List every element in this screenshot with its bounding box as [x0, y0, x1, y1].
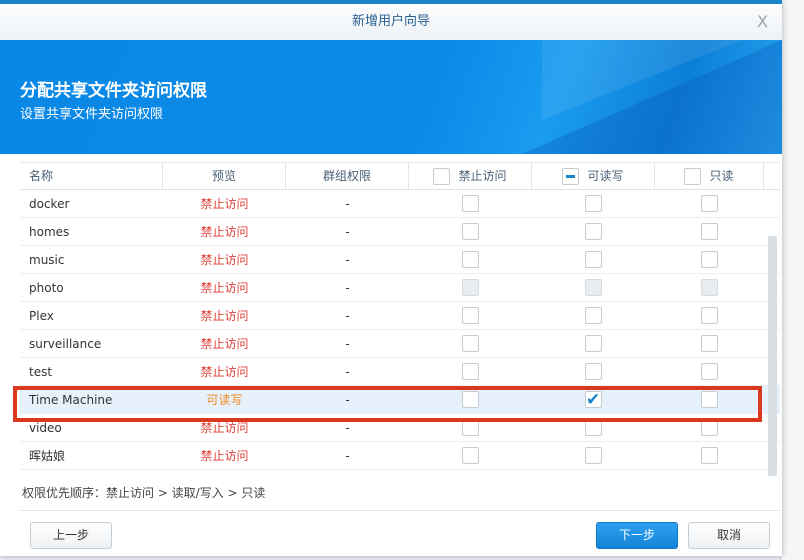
ro-checkbox[interactable] [701, 279, 718, 296]
rw-checkbox[interactable] [585, 195, 602, 212]
table-header: 名称 预览 群组权限 禁止访问 可读写 只读 [20, 162, 780, 190]
folder-name: 晖姑娘 [29, 449, 66, 463]
rw-checkbox[interactable] [585, 279, 602, 296]
folder-name: surveillance [29, 336, 102, 351]
group-permission: - [345, 308, 350, 323]
ro-checkbox[interactable] [701, 335, 718, 352]
ro-checkbox[interactable] [701, 251, 718, 268]
banner: 分配共享文件夹访问权限 设置共享文件夹访问权限 [0, 40, 782, 154]
preview-status: 禁止访问 [200, 281, 249, 295]
preview-status: 禁止访问 [200, 225, 249, 239]
highlight-annotation [13, 386, 762, 422]
rw-checkbox[interactable] [585, 335, 602, 352]
deny-checkbox[interactable] [462, 195, 479, 212]
header-rw-label: 可读写 [587, 169, 624, 183]
ro-all-checkbox[interactable] [684, 167, 702, 185]
preview-status: 禁止访问 [200, 449, 249, 463]
folder-name: photo [29, 280, 64, 295]
rw-all-checkbox[interactable] [562, 167, 580, 185]
permissions-table: 名称 预览 群组权限 禁止访问 可读写 只读 docker 禁止访问 - hom… [20, 162, 780, 474]
folder-name: docker [29, 196, 70, 211]
folder-name: music [29, 252, 65, 267]
preview-status: 禁止访问 [200, 309, 249, 323]
preview-status: 禁止访问 [200, 197, 249, 211]
group-permission: - [345, 224, 350, 239]
table-row[interactable]: photo 禁止访问 - [20, 274, 780, 302]
deny-checkbox[interactable] [462, 279, 479, 296]
preview-status: 禁止访问 [200, 253, 249, 267]
deny-checkbox[interactable] [462, 307, 479, 324]
cancel-button[interactable]: 取消 [688, 522, 770, 549]
deny-checkbox[interactable] [462, 223, 479, 240]
rw-checkbox[interactable] [585, 223, 602, 240]
next-button[interactable]: 下一步 [596, 522, 678, 549]
table-row[interactable]: Plex 禁止访问 - [20, 302, 780, 330]
ro-checkbox[interactable] [701, 223, 718, 240]
ro-checkbox[interactable] [701, 363, 718, 380]
deny-all-checkbox[interactable] [433, 167, 451, 185]
folder-name: test [29, 364, 53, 379]
rw-checkbox[interactable] [585, 447, 602, 464]
ro-checkbox[interactable] [701, 447, 718, 464]
priority-note: 权限优先顺序：禁止访问 > 读取/写入 > 只读 [22, 486, 266, 500]
deny-checkbox[interactable] [462, 251, 479, 268]
group-permission: - [345, 448, 350, 463]
rw-checkbox[interactable] [585, 251, 602, 268]
table-row[interactable]: music 禁止访问 - [20, 246, 780, 274]
header-ro: 只读 [655, 163, 764, 189]
deny-checkbox[interactable] [462, 363, 479, 380]
ro-checkbox[interactable] [701, 195, 718, 212]
folder-name: homes [29, 224, 70, 239]
scrollbar[interactable] [768, 236, 777, 476]
table-row[interactable]: docker 禁止访问 - [20, 190, 780, 218]
header-deny: 禁止访问 [409, 163, 532, 189]
ro-checkbox[interactable] [701, 307, 718, 324]
table-row[interactable]: 晖姑娘 禁止访问 - [20, 442, 780, 470]
group-permission: - [345, 336, 350, 351]
back-button[interactable]: 上一步 [30, 522, 112, 549]
group-permission: - [345, 364, 350, 379]
close-icon[interactable]: X [757, 4, 768, 40]
folder-name: Plex [29, 308, 54, 323]
table-row[interactable]: surveillance 禁止访问 - [20, 330, 780, 358]
group-permission: - [345, 196, 350, 211]
header-ro-label: 只读 [709, 169, 734, 183]
rw-checkbox[interactable] [585, 363, 602, 380]
header-name[interactable]: 名称 [20, 163, 163, 189]
divider [20, 510, 780, 511]
deny-checkbox[interactable] [462, 335, 479, 352]
table-row[interactable]: homes 禁止访问 - [20, 218, 780, 246]
header-rw: 可读写 [532, 163, 655, 189]
header-preview[interactable]: 预览 [163, 163, 286, 189]
group-permission: - [345, 280, 350, 295]
title-bar: 新增用户向导 X [0, 4, 782, 40]
table-row[interactable]: test 禁止访问 - [20, 358, 780, 386]
group-permission: - [345, 252, 350, 267]
banner-subtitle: 设置共享文件夹访问权限 [20, 107, 164, 122]
header-group[interactable]: 群组权限 [286, 163, 409, 189]
preview-status: 禁止访问 [200, 365, 249, 379]
deny-checkbox[interactable] [462, 447, 479, 464]
preview-status: 禁止访问 [200, 337, 249, 351]
dialog-title: 新增用户向导 [351, 14, 430, 29]
background-window [780, 0, 804, 560]
header-deny-label: 禁止访问 [458, 169, 507, 183]
banner-title: 分配共享文件夹访问权限 [20, 81, 207, 101]
rw-checkbox[interactable] [585, 307, 602, 324]
